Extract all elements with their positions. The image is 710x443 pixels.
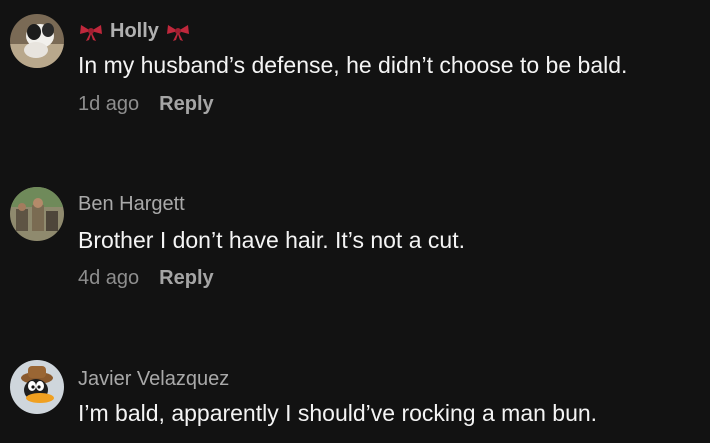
reply-button[interactable]: Reply	[159, 93, 213, 116]
comment-item: Holly In my husband’s defense, he didn’t…	[0, 0, 710, 130]
bow-icon	[78, 22, 104, 42]
avatar-image	[10, 187, 64, 241]
avatar[interactable]	[10, 14, 64, 68]
avatar-image	[10, 360, 64, 414]
comment-meta: 4d ago Reply	[78, 267, 214, 290]
comment-username[interactable]: Ben Hargett	[78, 193, 185, 216]
username-label: Holly	[110, 20, 159, 42]
reply-button[interactable]: Reply	[159, 267, 213, 290]
avatar[interactable]	[10, 360, 64, 414]
comment-username[interactable]: Javier Velazquez	[78, 368, 229, 391]
bow-icon	[165, 22, 191, 42]
comment-timestamp: 4d ago	[78, 267, 140, 289]
comment-item: Ben Hargett Brother I don’t have hair. I…	[0, 175, 710, 305]
avatar-image	[10, 14, 64, 68]
avatar[interactable]	[10, 187, 64, 241]
comment-item: Javier Velazquez I’m bald, apparently I …	[0, 350, 710, 443]
comment-meta: 1d ago Reply	[78, 93, 214, 116]
comment-text: Brother I don’t have hair. It’s not a cu…	[78, 227, 465, 253]
comment-username[interactable]: Holly	[78, 20, 191, 43]
comment-text: I’m bald, apparently I should’ve rocking…	[78, 400, 598, 426]
comment-text: In my husband’s defense, he didn’t choos…	[78, 52, 628, 78]
comment-timestamp: 1d ago	[78, 93, 140, 115]
